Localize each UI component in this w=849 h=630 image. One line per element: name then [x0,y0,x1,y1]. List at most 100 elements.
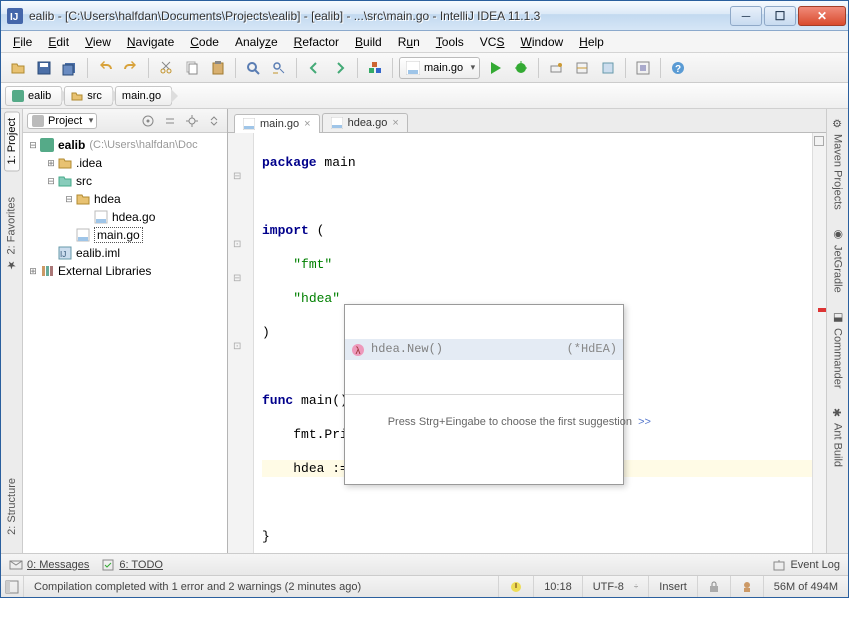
tool-tab-todo[interactable]: 6: TODO [101,558,163,572]
iml-file-icon: IJ [57,245,73,261]
tree-idea-folder[interactable]: ⊞ .idea [23,154,227,172]
error-marker[interactable] [818,308,826,312]
expand-toggle-icon[interactable]: ⊟ [27,140,39,151]
menu-code[interactable]: Code [182,33,227,51]
build-icon[interactable] [364,57,386,79]
tree-iml-file[interactable]: IJ ealib.iml [23,244,227,262]
expand-toggle-icon[interactable]: ⊟ [63,194,75,205]
menu-file[interactable]: File [5,33,40,51]
tool-tab-favorites[interactable]: ★2: Favorites [4,191,19,277]
fold-minus-icon[interactable]: ⊟ [233,273,241,284]
tree-root[interactable]: ⊟ ealib (C:\Users\halfdan\Doc [23,136,227,154]
ant-icon: ✱ [831,406,844,419]
go-file-icon [243,118,255,130]
redo-icon[interactable] [120,57,142,79]
close-tab-icon[interactable]: × [392,117,398,129]
inspection-eye-icon[interactable] [814,136,824,146]
completion-item[interactable]: λ hdea.New() (*HdEA) [345,339,623,360]
tool-tab-messages[interactable]: 0: Messages [9,558,89,572]
breadcrumb-project[interactable]: ealib [5,86,62,106]
minimize-button[interactable]: ─ [730,6,762,26]
library-icon [39,263,55,279]
menu-view[interactable]: View [77,33,119,51]
replace-icon[interactable] [268,57,290,79]
project-view-combo[interactable]: Project [27,113,97,129]
back-icon[interactable] [303,57,325,79]
close-button[interactable]: ✕ [798,6,846,26]
expand-toggle-icon[interactable]: ⊞ [27,266,39,277]
menu-help[interactable]: Help [571,33,612,51]
project-tree[interactable]: ⊟ ealib (C:\Users\halfdan\Doc ⊞ .idea ⊟ … [23,133,227,553]
menu-build[interactable]: Build [347,33,390,51]
status-corner-icon[interactable] [1,576,24,597]
toolbar-separator [625,58,626,78]
save-all-icon[interactable] [59,57,81,79]
folder-icon [57,155,73,171]
breadcrumb-file[interactable]: main.go [115,86,172,106]
scroll-target-icon[interactable] [139,112,157,130]
tool-tab-commander[interactable]: ◧Commander [830,305,845,395]
editor-tab-main[interactable]: main.go × [234,114,320,133]
menu-tools[interactable]: Tools [428,33,472,51]
tree-external-libraries[interactable]: ⊞ External Libraries [23,262,227,280]
debug-icon[interactable] [510,57,532,79]
code-token: import [262,223,309,238]
help-icon[interactable]: ? [667,57,689,79]
expand-toggle-icon[interactable]: ⊟ [45,176,57,187]
menu-window[interactable]: Window [512,33,571,51]
bottom-tab-label: 0: Messages [27,559,89,571]
close-tab-icon[interactable]: × [304,118,310,130]
code-editor[interactable]: package main import ( "fmt" "hdea" ) fun… [254,133,812,553]
tool-tab-ant[interactable]: ✱Ant Build [830,400,845,473]
tool-tab-gradle[interactable]: ◉JetGradle [830,222,845,299]
gradle-icon: ◉ [831,228,844,241]
open-file-icon[interactable] [7,57,29,79]
menu-edit[interactable]: Edit [40,33,77,51]
menu-analyze[interactable]: Analyze [227,33,286,51]
star-icon: ★ [5,259,18,272]
menu-refactor[interactable]: Refactor [286,33,347,51]
tool-tab-project[interactable]: 1: Project [4,111,20,171]
coverage-icon[interactable] [597,57,619,79]
collapse-all-icon[interactable] [161,112,179,130]
undo-icon[interactable] [94,57,116,79]
find-icon[interactable] [242,57,264,79]
gear-icon[interactable] [183,112,201,130]
tree-src-folder[interactable]: ⊟ src [23,172,227,190]
menu-vcs[interactable]: VCS [472,33,513,51]
cut-icon[interactable] [155,57,177,79]
menu-run[interactable]: Run [390,33,428,51]
copy-icon[interactable] [181,57,203,79]
tree-hdea-go[interactable]: hdea.go [23,208,227,226]
forward-icon[interactable] [329,57,351,79]
run-configuration-combo[interactable]: main.go [399,57,480,79]
expand-toggle-icon[interactable]: ⊞ [45,158,57,169]
save-icon[interactable] [33,57,55,79]
tree-label: ealib.iml [76,246,120,260]
tool-tab-structure[interactable]: 2: Structure [5,472,19,541]
tree-label: .idea [76,156,102,170]
editor-tab-hdea[interactable]: hdea.go × [322,113,408,132]
breadcrumb-src[interactable]: src [64,86,113,106]
left-tool-strip: 1: Project ★2: Favorites 2: Structure [1,109,23,553]
editor-gutter[interactable]: ⊟ ⊡ ⊟ ⊡ [228,133,254,553]
fold-end-icon[interactable]: ⊡ [233,341,241,352]
maximize-button[interactable]: ☐ [764,6,796,26]
fold-end-icon[interactable]: ⊡ [233,239,241,250]
fold-minus-icon[interactable]: ⊟ [233,171,241,182]
paste-icon[interactable] [207,57,229,79]
go-file-icon [331,117,343,129]
editor-error-stripe[interactable] [812,133,826,553]
attach-icon[interactable] [545,57,567,79]
code-token: main [324,155,355,170]
tool-tab-maven[interactable]: ⚙Maven Projects [830,111,845,216]
settings-icon[interactable] [632,57,654,79]
profile-icon[interactable] [571,57,593,79]
run-icon[interactable] [484,57,506,79]
module-icon [39,137,55,153]
hide-icon[interactable] [205,112,223,130]
menu-navigate[interactable]: Navigate [119,33,182,51]
breadcrumb-label: src [87,90,102,102]
tree-hdea-folder[interactable]: ⊟ hdea [23,190,227,208]
tree-main-go[interactable]: main.go [23,226,227,244]
